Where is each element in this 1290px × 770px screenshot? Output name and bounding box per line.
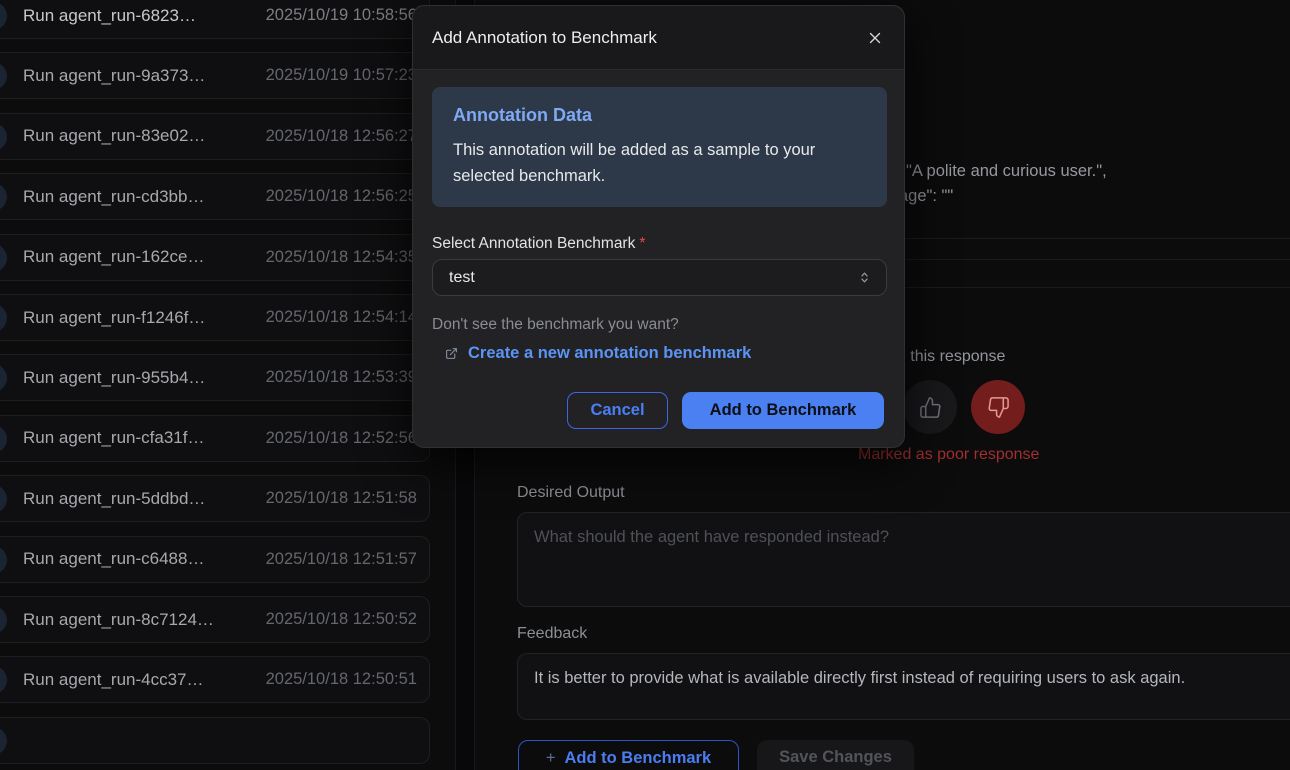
- run-list-item[interactable]: Run agent_run-83e02… 2025/10/18 12:56:27: [0, 113, 430, 160]
- chevron-up-down-icon: [857, 270, 872, 285]
- run-timestamp: 2025/10/18 12:56:27: [266, 127, 417, 146]
- run-name: Run agent_run-f1246f…: [23, 308, 266, 328]
- run-list-item[interactable]: Run agent_run-955b4… 2025/10/18 12:53:39: [0, 354, 430, 401]
- run-json-fragment: age": "": [899, 187, 953, 206]
- plus-icon: +: [546, 749, 556, 768]
- run-timestamp: 2025/10/18 12:54:35: [266, 248, 417, 267]
- run-list-item[interactable]: Run agent_run-cfa31f… 2025/10/18 12:52:5…: [0, 415, 430, 462]
- run-status-icon: [0, 425, 7, 453]
- run-status-icon: [0, 123, 7, 151]
- run-name: Run agent_run-c6488…: [23, 549, 266, 569]
- desired-output-input[interactable]: [517, 512, 1290, 607]
- benchmark-helper-text: Don't see the benchmark you want?: [432, 316, 679, 334]
- add-annotation-modal: Add Annotation to Benchmark Annotation D…: [412, 5, 905, 448]
- modal-title: Add Annotation to Benchmark: [432, 28, 657, 48]
- run-timestamp: 2025/10/19 10:58:56: [266, 6, 417, 25]
- create-benchmark-link[interactable]: Create a new annotation benchmark: [468, 344, 751, 363]
- run-list-item[interactable]: [0, 717, 430, 764]
- run-list-item[interactable]: Run agent_run-8c7124… 2025/10/18 12:50:5…: [0, 596, 430, 643]
- save-changes-button[interactable]: Save Changes: [757, 740, 914, 770]
- modal-header: Add Annotation to Benchmark: [413, 6, 904, 70]
- app-root: Run agent_run-6823… 2025/10/19 10:58:56 …: [0, 0, 1290, 770]
- benchmark-select-value: test: [449, 269, 857, 287]
- run-list-item[interactable]: Run agent_run-c6488… 2025/10/18 12:51:57: [0, 536, 430, 583]
- run-status-icon: [0, 62, 7, 90]
- run-list-item[interactable]: Run agent_run-162ce… 2025/10/18 12:54:35: [0, 234, 430, 281]
- run-status-icon: [0, 364, 7, 392]
- thumbs-up-button[interactable]: [903, 380, 957, 434]
- run-list-item[interactable]: Run agent_run-6823… 2025/10/19 10:58:56: [0, 0, 430, 39]
- run-timestamp: 2025/10/18 12:54:14: [266, 308, 417, 327]
- select-benchmark-label-text: Select Annotation Benchmark: [432, 235, 635, 252]
- run-status-icon: [0, 606, 7, 634]
- annotation-data-card: Annotation Data This annotation will be …: [432, 87, 887, 207]
- run-timestamp: 2025/10/18 12:50:51: [266, 670, 417, 689]
- create-benchmark-link-row[interactable]: Create a new annotation benchmark: [445, 344, 751, 363]
- cancel-button[interactable]: Cancel: [567, 392, 668, 429]
- run-list-item[interactable]: Run agent_run-9a373… 2025/10/19 10:57:23: [0, 52, 430, 99]
- run-status-icon: [0, 666, 7, 694]
- run-name: Run agent_run-9a373…: [23, 66, 266, 86]
- desired-output-label: Desired Output: [517, 484, 625, 502]
- annotation-data-description: This annotation will be added as a sampl…: [453, 138, 866, 189]
- run-name: Run agent_run-83e02…: [23, 126, 266, 146]
- feedback-label: Feedback: [517, 625, 587, 643]
- run-status-icon: [0, 2, 7, 30]
- run-name: Run agent_run-955b4…: [23, 368, 266, 388]
- run-list-item[interactable]: Run agent_run-f1246f… 2025/10/18 12:54:1…: [0, 294, 430, 341]
- run-status-icon: [0, 727, 7, 755]
- run-status-icon: [0, 304, 7, 332]
- run-status-icon: [0, 546, 7, 574]
- run-name: Run agent_run-cd3bb…: [23, 187, 266, 207]
- run-timestamp: 2025/10/19 10:57:23: [266, 66, 417, 85]
- modal-footer: Cancel Add to Benchmark: [413, 392, 904, 429]
- run-timestamp: 2025/10/18 12:53:39: [266, 368, 417, 387]
- add-to-benchmark-button[interactable]: + Add to Benchmark: [518, 740, 739, 770]
- run-name: Run agent_run-8c7124…: [23, 610, 266, 630]
- x-icon: [866, 29, 884, 47]
- thumbs-up-icon: [919, 396, 942, 419]
- close-button[interactable]: [861, 24, 889, 52]
- marked-poor-response-label: Marked as poor response: [858, 446, 1039, 464]
- run-list-item[interactable]: Run agent_run-5ddbd… 2025/10/18 12:51:58: [0, 475, 430, 522]
- run-json-fragment: "A polite and curious user.",: [906, 162, 1107, 181]
- run-list-item[interactable]: Run agent_run-4cc37… 2025/10/18 12:50:51: [0, 656, 430, 703]
- run-status-icon: [0, 485, 7, 513]
- external-link-icon: [445, 347, 458, 360]
- annotation-data-heading: Annotation Data: [453, 105, 866, 126]
- run-list-item[interactable]: Run agent_run-cd3bb… 2025/10/18 12:56:25: [0, 173, 430, 220]
- run-status-icon: [0, 244, 7, 272]
- run-name: Run agent_run-6823…: [23, 6, 266, 26]
- run-timestamp: 2025/10/18 12:56:25: [266, 187, 417, 206]
- run-timestamp: 2025/10/18 12:52:56: [266, 429, 417, 448]
- run-name: Run agent_run-cfa31f…: [23, 428, 266, 448]
- modal-add-to-benchmark-button[interactable]: Add to Benchmark: [682, 392, 884, 429]
- run-status-icon: [0, 183, 7, 211]
- run-name: Run agent_run-5ddbd…: [23, 489, 266, 509]
- run-timestamp: 2025/10/18 12:51:58: [266, 489, 417, 508]
- run-timestamp: 2025/10/18 12:51:57: [266, 550, 417, 569]
- feedback-input[interactable]: It is better to provide what is availabl…: [517, 653, 1290, 720]
- select-benchmark-label: Select Annotation Benchmark*: [432, 235, 645, 253]
- benchmark-select[interactable]: test: [432, 259, 887, 296]
- thumbs-down-button[interactable]: [971, 380, 1025, 434]
- add-to-benchmark-button-label: Add to Benchmark: [564, 749, 711, 768]
- thumbs-down-icon: [987, 396, 1010, 419]
- run-name: Run agent_run-4cc37…: [23, 670, 266, 690]
- runs-sidebar: Run agent_run-6823… 2025/10/19 10:58:56 …: [0, 0, 455, 770]
- run-name: Run agent_run-162ce…: [23, 247, 266, 267]
- run-timestamp: 2025/10/18 12:50:52: [266, 610, 417, 629]
- required-asterisk: *: [639, 235, 645, 252]
